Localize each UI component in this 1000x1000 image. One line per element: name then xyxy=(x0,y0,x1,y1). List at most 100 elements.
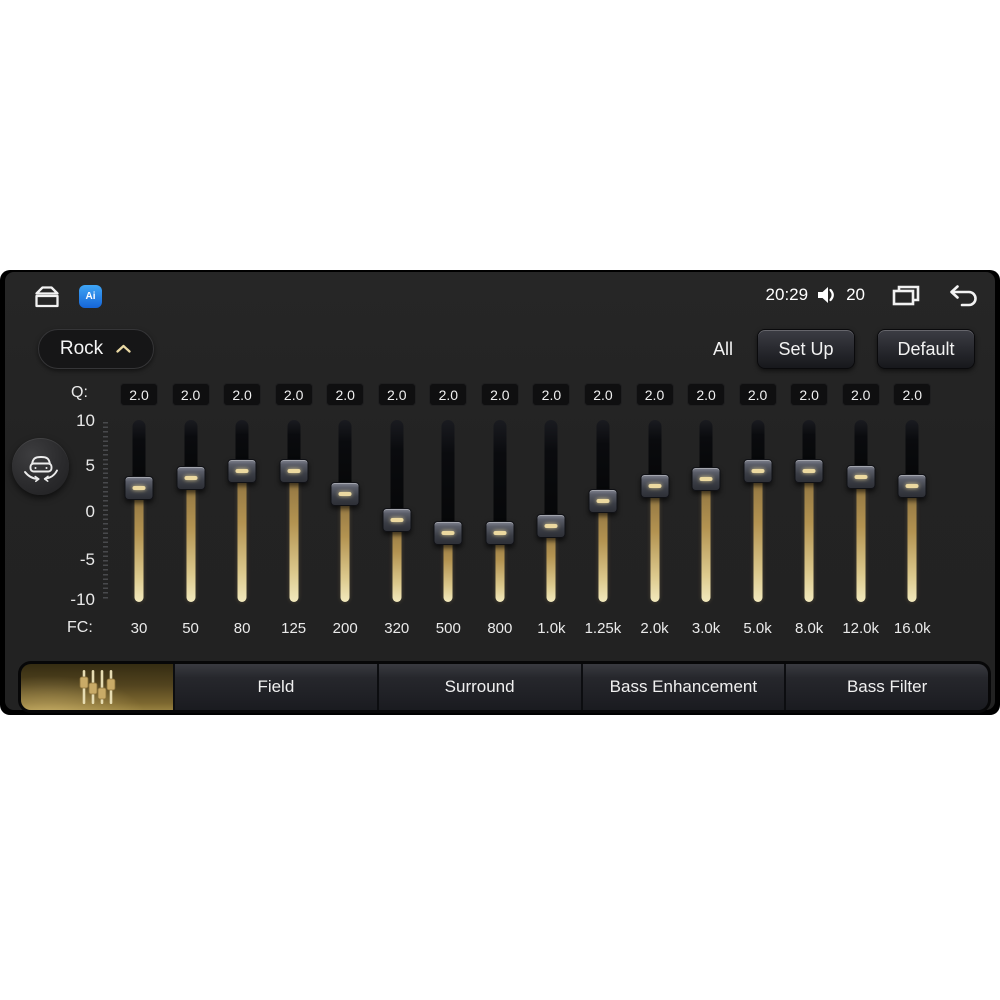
eq-band: 2.0 80 xyxy=(216,383,268,648)
slider-handle-mark xyxy=(648,483,661,488)
tab-equalizer[interactable] xyxy=(21,664,173,710)
slider-track-upper[interactable] xyxy=(544,420,558,525)
slider-handle-mark xyxy=(287,469,301,474)
slider-track-lower[interactable] xyxy=(856,475,866,602)
eq-band: 2.0 8.0k xyxy=(783,383,835,648)
slider-handle[interactable] xyxy=(536,513,566,538)
slider-handle[interactable] xyxy=(176,466,206,491)
q-value: 2.0 xyxy=(644,386,665,403)
q-value: 2.0 xyxy=(696,386,716,403)
q-value-badge[interactable]: 2.0 xyxy=(583,383,622,406)
slider-handle[interactable] xyxy=(691,467,721,492)
frequency-label: 500 xyxy=(435,620,461,637)
slider-track-upper[interactable] xyxy=(441,420,455,532)
frequency-label: 200 xyxy=(332,620,358,637)
frequency-label: 1.0k xyxy=(537,620,566,637)
q-value-badge[interactable]: 2.0 xyxy=(120,383,158,406)
q-value: 2.0 xyxy=(438,386,459,403)
tab-bass-enhancement[interactable]: Bass Enhancement xyxy=(580,664,785,710)
slider-handle-mark xyxy=(132,486,146,491)
frequency-label: 3.0k xyxy=(691,620,721,637)
bottom-tab-bar: Field Surround Bass Enhancement Bass Fil… xyxy=(18,661,991,713)
slider-handle[interactable] xyxy=(640,473,669,498)
frequency-label: 30 xyxy=(130,620,148,637)
q-value: 2.0 xyxy=(180,386,201,403)
q-value-badge[interactable]: 2.0 xyxy=(480,383,519,406)
frequency-label: 16.0k xyxy=(893,620,931,637)
slider-track-lower[interactable] xyxy=(186,477,196,602)
q-value-badge[interactable]: 2.0 xyxy=(532,383,571,406)
slider-handle[interactable] xyxy=(794,459,824,484)
q-value: 2.0 xyxy=(283,386,304,403)
slider-track-upper[interactable] xyxy=(390,420,404,520)
slider-handle[interactable] xyxy=(588,488,618,513)
equalizer-sliders-icon xyxy=(74,667,120,707)
eq-band: 2.0 500 xyxy=(422,383,474,648)
slider-handle-mark xyxy=(751,469,765,474)
slider-track-lower[interactable] xyxy=(237,470,247,602)
slider-handle-mark xyxy=(544,523,558,528)
slider-track-lower[interactable] xyxy=(289,470,299,602)
head-unit-screen: Ai 20:29 20 Rock All Set Up Default Q: F… xyxy=(0,270,1000,715)
frequency-label: 125 xyxy=(281,620,307,637)
eq-band: 2.0 200 xyxy=(319,383,371,648)
q-value-badge[interactable]: 2.0 xyxy=(893,383,932,406)
car-surround-icon xyxy=(22,451,60,483)
eq-band: 2.0 12.0k xyxy=(835,383,887,648)
eq-band: 2.0 3.0k xyxy=(680,383,732,648)
equalizer-panel: Ai 20:29 20 Rock All Set Up Default Q: F… xyxy=(5,272,995,713)
tab-label: Bass Enhancement xyxy=(609,677,758,696)
q-value: 2.0 xyxy=(541,386,562,403)
slider-track-lower[interactable] xyxy=(701,478,711,602)
frequency-label: 2.0k xyxy=(640,620,669,637)
slider-handle[interactable] xyxy=(897,473,927,498)
tab-bass-filter[interactable]: Bass Filter xyxy=(784,664,988,710)
eq-band: 2.0 1.25k xyxy=(577,383,629,648)
tab-surround[interactable]: Surround xyxy=(376,664,581,710)
slider-handle[interactable] xyxy=(743,459,773,484)
slider-track-lower[interactable] xyxy=(753,470,763,602)
slider-handle[interactable] xyxy=(227,459,257,484)
q-value-badge[interactable]: 2.0 xyxy=(841,383,880,406)
slider-track-lower[interactable] xyxy=(340,492,350,602)
eq-band: 2.0 30 xyxy=(113,383,165,648)
q-value-badge[interactable]: 2.0 xyxy=(223,383,262,406)
q-value: 2.0 xyxy=(335,386,355,403)
slider-track-lower[interactable] xyxy=(598,499,608,602)
slider-track-lower[interactable] xyxy=(907,484,917,602)
eq-band: 2.0 320 xyxy=(371,383,423,648)
slider-handle-mark xyxy=(235,469,249,474)
q-value-badge[interactable]: 2.0 xyxy=(377,383,416,406)
slider-handle[interactable] xyxy=(124,476,154,501)
q-value-badge[interactable]: 2.0 xyxy=(738,383,777,406)
q-value-badge[interactable]: 2.0 xyxy=(274,383,313,406)
slider-track-upper[interactable] xyxy=(493,420,507,532)
q-value-badge[interactable]: 2.0 xyxy=(429,383,468,406)
slider-track-lower[interactable] xyxy=(650,484,659,602)
slider-handle[interactable] xyxy=(279,459,309,484)
q-value-badge[interactable]: 2.0 xyxy=(326,383,365,406)
slider-handle[interactable] xyxy=(330,481,360,506)
slider-handle-mark xyxy=(338,491,352,496)
slider-handle-mark xyxy=(441,530,455,535)
frequency-label: 800 xyxy=(487,620,513,637)
tab-field[interactable]: Field xyxy=(173,664,377,710)
slider-handle-mark xyxy=(184,476,198,481)
q-value: 2.0 xyxy=(747,386,768,403)
slider-track-lower[interactable] xyxy=(134,487,144,602)
slider-handle[interactable] xyxy=(485,520,515,545)
car-audio-button[interactable] xyxy=(12,438,69,495)
eq-band: 2.0 125 xyxy=(268,383,320,648)
q-value-badge[interactable]: 2.0 xyxy=(687,383,726,406)
eq-bands: 2.0 30 2.0 50 2.0 80 2.0 125 2.0 200 2.0 xyxy=(5,272,995,710)
eq-band: 2.0 2.0k xyxy=(629,383,681,648)
slider-track-lower[interactable] xyxy=(804,470,814,602)
q-value-badge[interactable]: 2.0 xyxy=(790,383,829,406)
q-value: 2.0 xyxy=(387,386,407,403)
q-value-badge[interactable]: 2.0 xyxy=(635,383,674,406)
slider-handle[interactable] xyxy=(846,464,876,489)
slider-handle[interactable] xyxy=(433,520,463,545)
frequency-label: 12.0k xyxy=(842,620,880,637)
slider-handle[interactable] xyxy=(382,508,412,533)
q-value-badge[interactable]: 2.0 xyxy=(171,383,210,406)
